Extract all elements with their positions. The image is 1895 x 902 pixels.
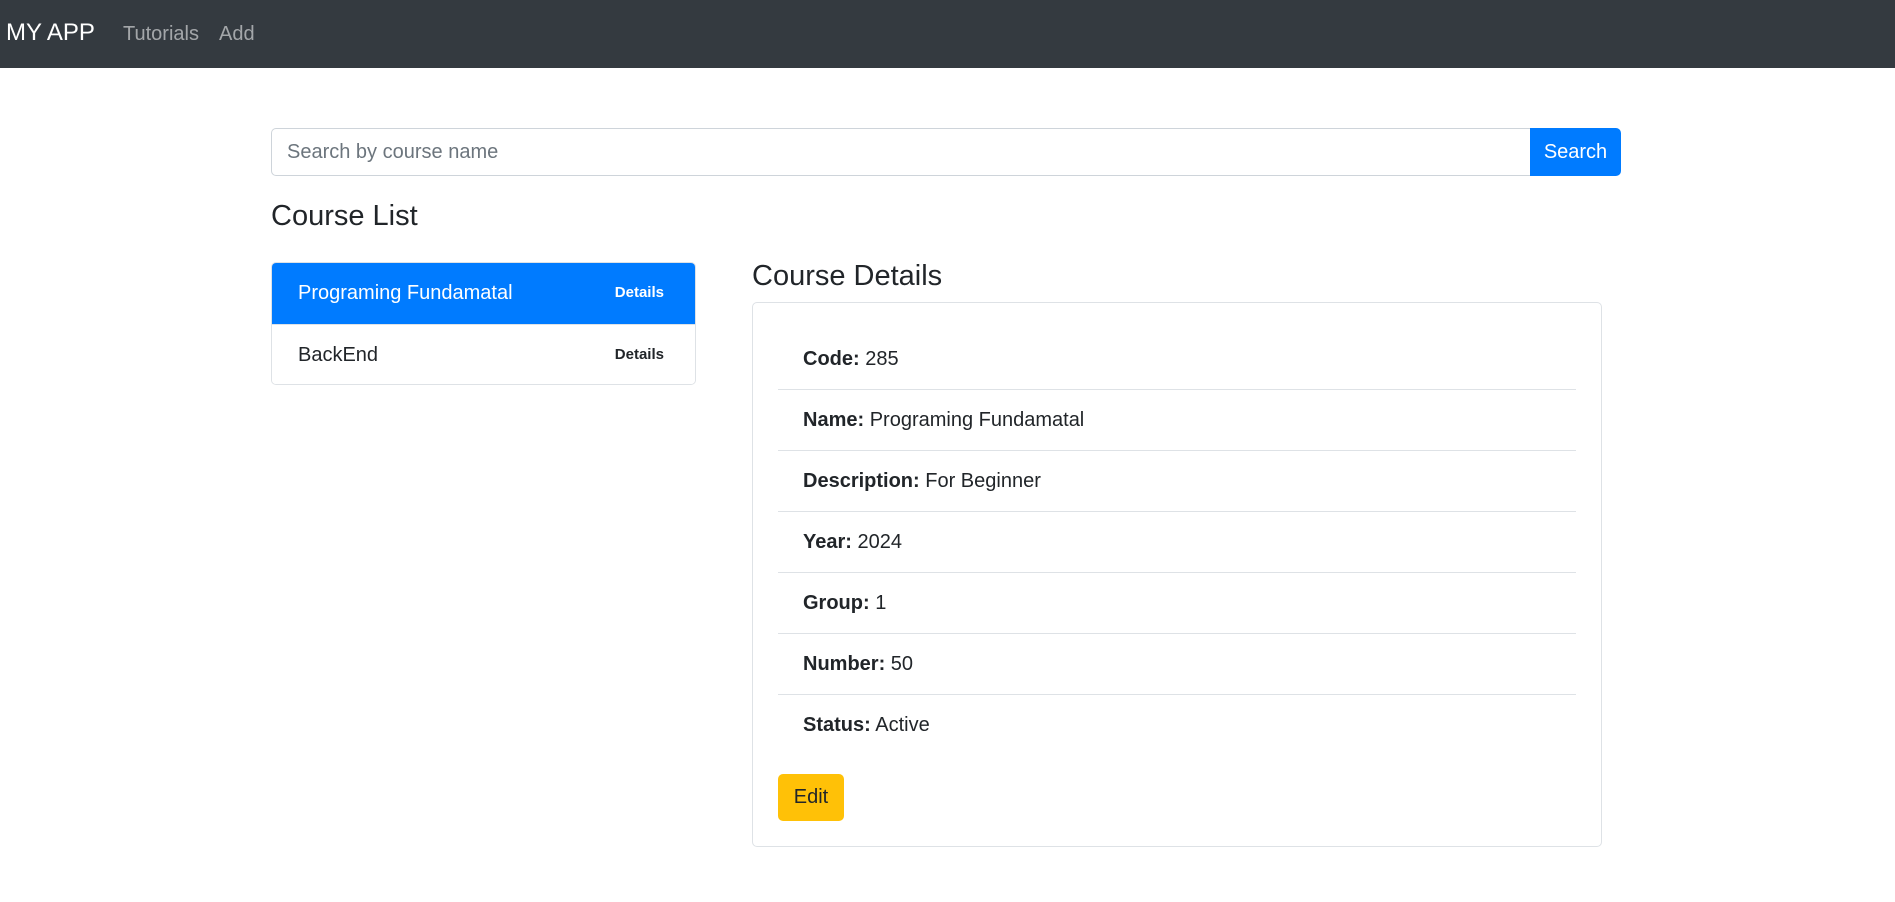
detail-value: 50 — [890, 653, 914, 675]
course-details-card: Code: 285 Name: Programing Fundamatal De… — [752, 302, 1602, 847]
detail-label: Name: — [803, 409, 865, 431]
detail-label: Status: — [803, 714, 871, 736]
detail-label: Year: — [803, 531, 852, 553]
nav-link-tutorials[interactable]: Tutorials — [123, 20, 199, 48]
top-navbar: MY APP Tutorials Add — [0, 0, 1895, 68]
detail-value: For Beginner — [925, 470, 1041, 492]
detail-value: 285 — [865, 348, 899, 370]
course-list-item-programing-fundamatal[interactable]: Programing Fundamatal Details — [272, 263, 695, 324]
edit-button[interactable]: Edit — [778, 774, 844, 821]
details-link[interactable]: Details — [615, 283, 664, 303]
detail-label: Group: — [803, 592, 870, 614]
course-list-title: Course List — [271, 200, 418, 232]
detail-value: 1 — [875, 592, 887, 614]
detail-label: Description: — [803, 470, 920, 492]
detail-label: Number: — [803, 653, 886, 675]
search-button[interactable]: Search — [1530, 128, 1621, 176]
detail-label: Code: — [803, 348, 860, 370]
detail-row-year: Year: 2024 — [778, 512, 1576, 573]
detail-value: Active — [875, 714, 930, 736]
detail-value: 2024 — [857, 531, 903, 553]
course-list: Programing Fundamatal Details BackEnd De… — [271, 262, 696, 385]
search-input[interactable] — [271, 128, 1531, 176]
detail-value: Programing Fundamatal — [869, 409, 1085, 431]
course-name: BackEnd — [298, 344, 379, 366]
nav-link-add[interactable]: Add — [219, 20, 255, 48]
detail-row-description: Description: For Beginner — [778, 451, 1576, 512]
course-details-title: Course Details — [752, 260, 943, 292]
details-link[interactable]: Details — [615, 345, 664, 365]
course-name: Programing Fundamatal — [298, 282, 513, 304]
detail-row-code: Code: 285 — [778, 329, 1576, 390]
course-list-item-backend[interactable]: BackEnd Details — [272, 324, 695, 384]
detail-row-group: Group: 1 — [778, 573, 1576, 634]
detail-row-status: Status: Active — [778, 695, 1576, 756]
detail-row-name: Name: Programing Fundamatal — [778, 390, 1576, 451]
detail-row-number: Number: 50 — [778, 634, 1576, 695]
brand-link[interactable]: MY APP — [6, 17, 95, 49]
